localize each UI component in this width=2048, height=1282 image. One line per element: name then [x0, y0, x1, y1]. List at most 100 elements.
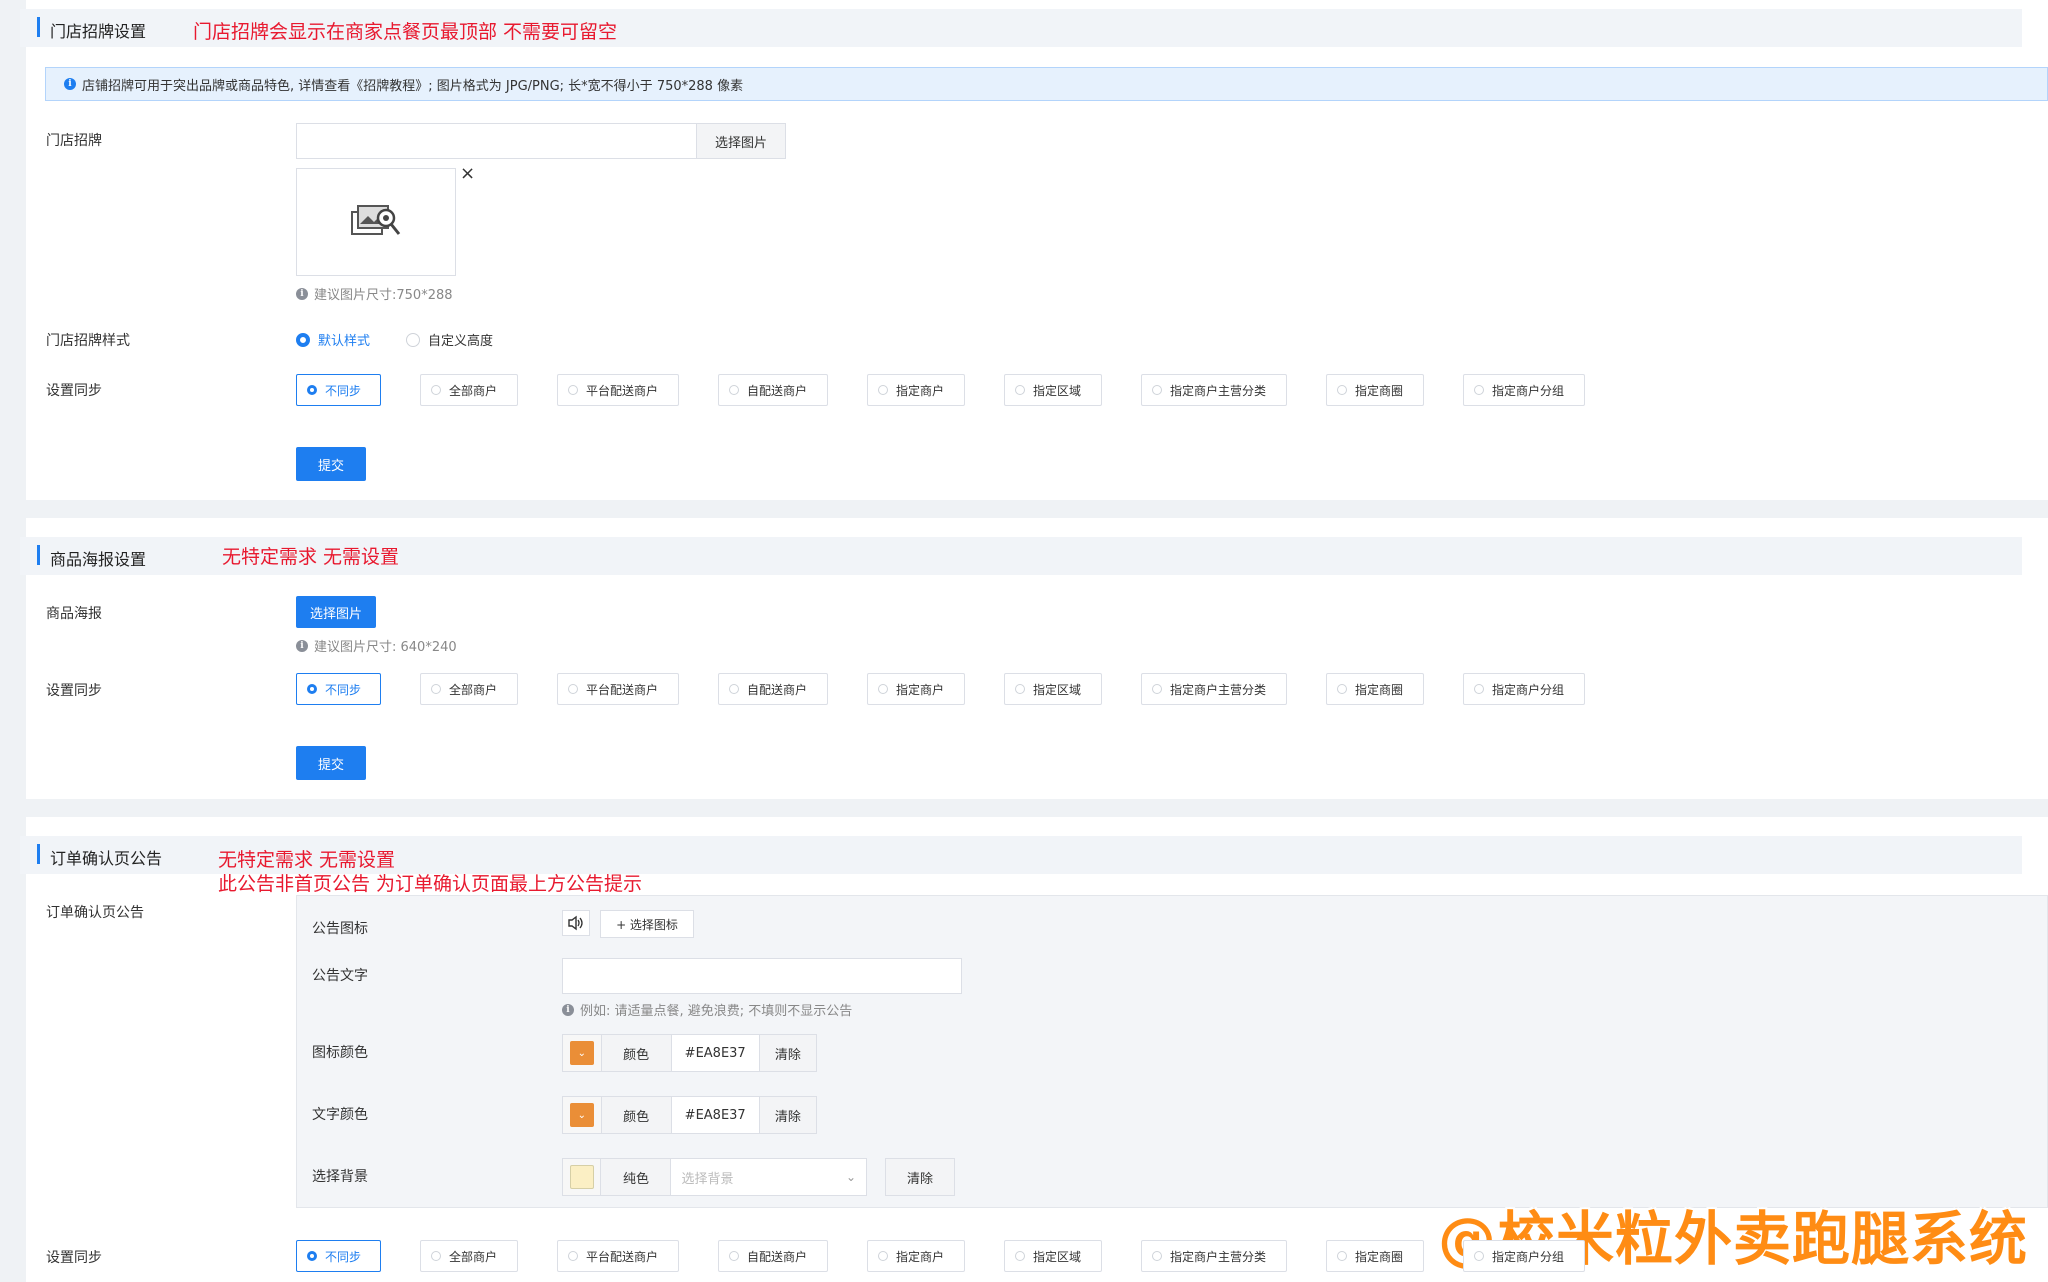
sync-option-3[interactable]: 自配送商户 — [718, 1240, 828, 1272]
background-addon: 纯色 — [601, 1159, 672, 1195]
order-notice-note-1: 无特定需求 无需设置 — [218, 849, 396, 871]
sync-option-3[interactable]: 自配送商户 — [718, 374, 828, 406]
signboard-size-hint: i 建议图片尺寸:750*288 — [296, 284, 453, 303]
submit-button[interactable]: 提交 — [296, 447, 366, 481]
sync-option-0[interactable]: 不同步 — [296, 374, 381, 406]
info-icon: i — [296, 287, 308, 300]
sync-option-5[interactable]: 指定区域 — [1004, 673, 1102, 705]
radio-unchecked-icon — [431, 385, 441, 395]
radio-unchecked-icon — [431, 684, 441, 694]
sync-option-4[interactable]: 指定商户 — [867, 1240, 965, 1272]
icon-color-clear-button[interactable]: 清除 — [759, 1035, 816, 1071]
poster-label: 商品海报 — [46, 606, 102, 622]
sync-option-6[interactable]: 指定商户主营分类 — [1141, 374, 1287, 406]
sync-option-label: 指定商圈 — [1355, 1249, 1404, 1264]
sync-option-label: 指定商户主营分类 — [1170, 682, 1267, 697]
sync-option-6[interactable]: 指定商户主营分类 — [1141, 673, 1287, 705]
background-select[interactable]: 选择背景 ⌄ — [671, 1159, 866, 1195]
notice-icon-label: 公告图标 — [312, 921, 368, 937]
background-picker[interactable]: 纯色 选择背景 ⌄ — [562, 1158, 867, 1196]
sync-option-7[interactable]: 指定商圈 — [1326, 673, 1424, 705]
sync-option-label: 指定商户 — [896, 383, 945, 398]
sync-option-label: 指定商户分组 — [1492, 682, 1565, 697]
text-color-picker[interactable]: ⌄ 颜色 #EA8E37 清除 — [562, 1096, 817, 1134]
sync-option-2[interactable]: 平台配送商户 — [557, 673, 679, 705]
radio-unchecked-icon — [1474, 684, 1484, 694]
background-clear-button[interactable]: 清除 — [885, 1158, 955, 1196]
style-option-custom-height[interactable]: 自定义高度 — [406, 330, 493, 349]
poster-select-image-button[interactable]: 选择图片 — [296, 596, 376, 628]
icon-color-picker[interactable]: ⌄ 颜色 #EA8E37 清除 — [562, 1034, 817, 1072]
sync-option-label: 指定商圈 — [1355, 383, 1404, 398]
sync-option-3[interactable]: 自配送商户 — [718, 673, 828, 705]
select-icon-button[interactable]: + 选择图标 — [600, 910, 694, 938]
radio-unchecked-icon — [878, 1251, 888, 1261]
radio-unchecked-icon — [568, 385, 578, 395]
remove-image-icon[interactable]: × — [460, 163, 475, 184]
sync-option-label: 自配送商户 — [747, 383, 808, 398]
radio-checked-icon — [307, 385, 317, 395]
sync-option-0[interactable]: 不同步 — [296, 673, 381, 705]
sync-option-8[interactable]: 指定商户分组 — [1463, 1240, 1585, 1272]
background-swatch[interactable] — [569, 1165, 594, 1189]
style-option-default[interactable]: 默认样式 — [296, 330, 370, 349]
radio-unchecked-icon — [1152, 385, 1162, 395]
sync-option-4[interactable]: 指定商户 — [867, 374, 965, 406]
sync-option-4[interactable]: 指定商户 — [867, 673, 965, 705]
background-label: 选择背景 — [312, 1169, 368, 1185]
info-alert: i 店铺招牌可用于突出品牌或商品特色, 详情查看《招牌教程》; 图片格式为 JP… — [45, 67, 2048, 101]
radio-unchecked-icon — [1015, 1251, 1025, 1261]
sync-option-5[interactable]: 指定区域 — [1004, 1240, 1102, 1272]
text-color-clear-button[interactable]: 清除 — [759, 1097, 816, 1133]
sync-option-label: 指定区域 — [1033, 682, 1082, 697]
order-notice-note-2: 此公告非首页公告 为订单确认页面最上方公告提示 — [218, 873, 643, 895]
order-notice-section-title: 订单确认页公告 — [50, 849, 163, 868]
signboard-label: 门店招牌 — [46, 133, 102, 149]
radio-checked-icon — [307, 1251, 317, 1261]
sync-option-8[interactable]: 指定商户分组 — [1463, 673, 1585, 705]
sync-option-label: 指定商户 — [896, 682, 945, 697]
text-color-value[interactable]: #EA8E37 — [672, 1097, 760, 1133]
radio-unchecked-icon — [1337, 385, 1347, 395]
sync-option-label: 不同步 — [325, 383, 362, 398]
sync-option-label: 指定商户主营分类 — [1170, 383, 1267, 398]
info-icon: i — [64, 78, 76, 90]
sync-option-6[interactable]: 指定商户主营分类 — [1141, 1240, 1287, 1272]
sync-option-label: 全部商户 — [449, 383, 498, 398]
radio-unchecked-icon — [568, 684, 578, 694]
speaker-icon — [562, 910, 590, 936]
sync-option-7[interactable]: 指定商圈 — [1326, 374, 1424, 406]
sync-option-1[interactable]: 全部商户 — [420, 1240, 518, 1272]
icon-color-value[interactable]: #EA8E37 — [672, 1035, 760, 1071]
sync-option-8[interactable]: 指定商户分组 — [1463, 374, 1585, 406]
sync-option-1[interactable]: 全部商户 — [420, 673, 518, 705]
info-alert-text: 店铺招牌可用于突出品牌或商品特色, 详情查看《招牌教程》; 图片格式为 JPG/… — [82, 78, 744, 94]
poster-note: 无特定需求 无需设置 — [222, 546, 400, 568]
sync-option-5[interactable]: 指定区域 — [1004, 374, 1102, 406]
radio-checked-icon — [307, 684, 317, 694]
sync-option-2[interactable]: 平台配送商户 — [557, 1240, 679, 1272]
radio-unchecked-icon — [1474, 1251, 1484, 1261]
sync-option-1[interactable]: 全部商户 — [420, 374, 518, 406]
sync-option-label: 不同步 — [325, 682, 362, 697]
sync-option-2[interactable]: 平台配送商户 — [557, 374, 679, 406]
submit-button[interactable]: 提交 — [296, 746, 366, 780]
signboard-url-input[interactable] — [296, 123, 697, 159]
info-icon: i — [296, 639, 308, 652]
radio-unchecked-icon — [1337, 1251, 1347, 1261]
notice-text-input[interactable] — [562, 958, 962, 994]
sync-option-label: 平台配送商户 — [586, 383, 659, 398]
color-swatch-dropdown-icon[interactable]: ⌄ — [569, 1103, 594, 1127]
color-swatch-dropdown-icon[interactable]: ⌄ — [569, 1041, 594, 1065]
sync-option-label: 指定商户分组 — [1492, 1249, 1565, 1264]
radio-unchecked-icon — [1474, 385, 1484, 395]
sync-option-label: 指定商户分组 — [1492, 383, 1565, 398]
sync-option-label: 自配送商户 — [747, 682, 808, 697]
sync-option-7[interactable]: 指定商圈 — [1326, 1240, 1424, 1272]
sync-option-0[interactable]: 不同步 — [296, 1240, 381, 1272]
radio-unchecked-icon — [729, 684, 739, 694]
text-color-label: 文字颜色 — [312, 1107, 368, 1123]
section-accent-bar — [37, 844, 40, 864]
color-addon: 颜色 — [601, 1097, 672, 1133]
select-image-button[interactable]: 选择图片 — [696, 123, 786, 159]
